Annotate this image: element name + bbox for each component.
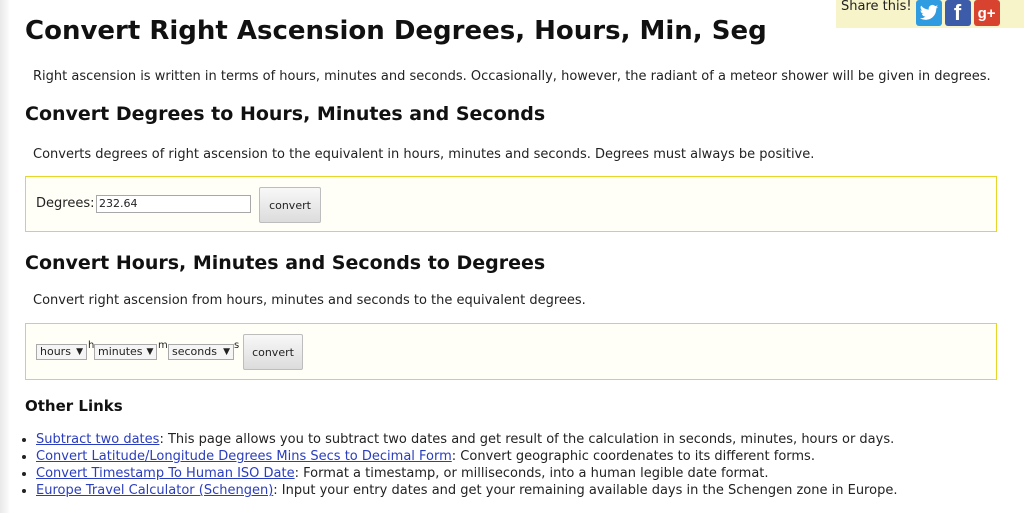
share-bar: Share this! f g+: [836, 0, 1024, 28]
degrees-input[interactable]: 232.64: [96, 195, 251, 213]
deg-to-hms-description: Converts degrees of right ascension to t…: [33, 147, 815, 162]
seconds-select-value: seconds: [172, 345, 217, 358]
link-description: : This page allows you to subtract two d…: [159, 432, 895, 447]
degrees-label: Degrees:: [36, 196, 95, 211]
intro-text: Right ascension is written in terms of h…: [33, 69, 991, 84]
link-convert-latlong[interactable]: Convert Latitude/Longitude Degrees Mins …: [36, 449, 452, 464]
link-convert-timestamp[interactable]: Convert Timestamp To Human ISO Date: [36, 466, 295, 481]
google-plus-icon[interactable]: g+: [973, 0, 1000, 26]
chevron-down-icon: ▼: [76, 347, 83, 357]
hms-to-deg-description: Convert right ascension from hours, minu…: [33, 293, 586, 308]
list-item: Subtract two dates: This page allows you…: [36, 431, 996, 448]
hours-select-value: hours: [40, 345, 71, 358]
link-subtract-dates[interactable]: Subtract two dates: [36, 432, 159, 447]
seconds-select[interactable]: seconds ▼: [168, 344, 234, 360]
facebook-icon[interactable]: f: [944, 0, 971, 26]
deg-to-hms-form: Degrees: 232.64 convert: [25, 176, 997, 232]
minutes-select-value: minutes: [98, 345, 143, 358]
other-links-list: Subtract two dates: This page allows you…: [18, 431, 996, 499]
link-description: : Convert geographic coordenates to its …: [451, 449, 815, 464]
link-description: : Format a timestamp, or milliseconds, i…: [294, 466, 769, 481]
hms-to-deg-heading: Convert Hours, Minutes and Seconds to De…: [25, 252, 546, 274]
link-schengen-calculator[interactable]: Europe Travel Calculator (Schengen): [36, 483, 273, 498]
deg-to-hms-heading: Convert Degrees to Hours, Minutes and Se…: [25, 103, 546, 125]
other-links-heading: Other Links: [25, 397, 123, 415]
twitter-icon[interactable]: [915, 0, 942, 26]
minutes-unit: m: [158, 340, 168, 351]
left-edge-decoration: [0, 0, 10, 513]
page-title: Convert Right Ascension Degrees, Hours, …: [25, 16, 767, 46]
minutes-select[interactable]: minutes ▼: [94, 344, 157, 360]
list-item: Europe Travel Calculator (Schengen): Inp…: [36, 482, 996, 499]
chevron-down-icon: ▼: [146, 347, 154, 357]
share-label: Share this!: [841, 0, 912, 14]
list-item: Convert Timestamp To Human ISO Date: For…: [36, 465, 996, 482]
seconds-unit: s: [234, 340, 240, 351]
chevron-down-icon: ▼: [223, 347, 230, 357]
hms-to-deg-form: hours ▼ h minutes ▼ m seconds ▼ s convert: [25, 323, 997, 380]
degrees-convert-button[interactable]: convert: [259, 187, 321, 223]
list-item: Convert Latitude/Longitude Degrees Mins …: [36, 448, 996, 465]
link-description: : Input your entry dates and get your re…: [273, 483, 898, 498]
hms-convert-button[interactable]: convert: [243, 334, 303, 370]
hours-select[interactable]: hours ▼: [36, 344, 87, 360]
